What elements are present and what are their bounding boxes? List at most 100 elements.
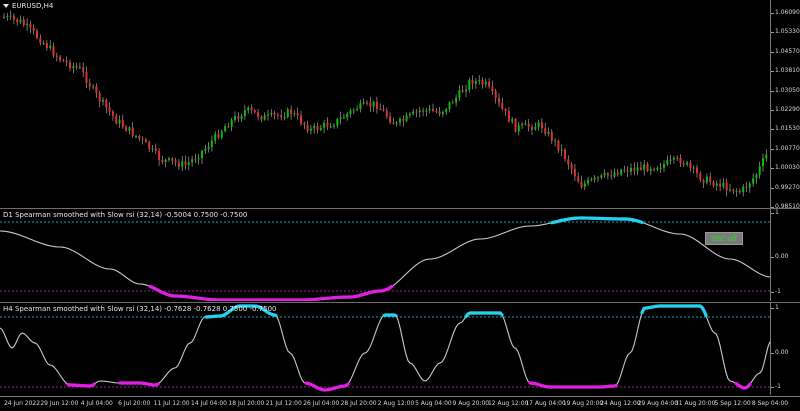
- candle-body: [554, 140, 557, 142]
- candle-body: [471, 79, 474, 84]
- candle-body: [613, 172, 616, 177]
- time-axis-label: 18 Jul 20:00: [228, 400, 265, 407]
- candle-body: [534, 127, 537, 130]
- candle-body: [537, 122, 540, 128]
- overbought-segment: [392, 313, 398, 318]
- candle-body: [141, 138, 144, 140]
- time-axis-label: 5 Aug 04:00: [415, 400, 452, 407]
- candle-body: [597, 177, 599, 179]
- candle-body: [491, 86, 494, 91]
- candle-body: [382, 108, 385, 111]
- candle-body: [580, 181, 583, 188]
- candle-body: [260, 116, 263, 120]
- candle-body: [719, 183, 722, 187]
- axis-tick: [771, 387, 774, 388]
- price-axis-label: 1.05330: [775, 28, 800, 36]
- candle-body: [207, 147, 210, 150]
- candle-body: [220, 131, 223, 138]
- candle-body: [181, 161, 184, 167]
- candle-body: [729, 189, 731, 191]
- candle-body: [385, 110, 388, 117]
- candle-body: [755, 174, 758, 179]
- candle-body: [273, 112, 276, 115]
- candle-body: [336, 119, 339, 126]
- candle-body: [164, 159, 167, 163]
- candle-body: [9, 15, 12, 17]
- candle-body: [151, 148, 154, 150]
- candle-body: [267, 114, 269, 116]
- time-axis-label: 29 Jun 12:00: [40, 400, 79, 407]
- time-axis-label: 6 Jul 20:00: [118, 400, 151, 407]
- candle-body: [752, 178, 755, 184]
- h4-axis-label: -1: [775, 383, 781, 390]
- candle-body: [375, 101, 378, 109]
- candle-body: [197, 158, 200, 160]
- time-axis-label: 8 Sep 04:00: [751, 400, 789, 407]
- time-axis-label: 21 Jul 12:00: [265, 400, 302, 407]
- time-axis-label: 2 Aug 12:00: [377, 400, 415, 407]
- time-axis-label: 31 Aug 20:00: [674, 400, 716, 407]
- candle-body: [309, 128, 312, 131]
- candle-body: [577, 176, 580, 182]
- candle-body: [494, 90, 497, 98]
- candle-body: [227, 126, 230, 128]
- candle-body: [557, 140, 560, 151]
- candle-body: [412, 111, 415, 114]
- candle-body: [243, 110, 246, 116]
- candle-body: [702, 180, 705, 183]
- src-toggle-button[interactable]: SRC-off: [705, 232, 743, 245]
- candle-body: [32, 27, 35, 31]
- candle-body: [484, 81, 487, 85]
- h4-indicator-pane[interactable]: H4 Spearman smoothed with Slow rsi (32,1…: [0, 303, 800, 395]
- candle-body: [663, 164, 665, 168]
- candle-body: [468, 79, 471, 90]
- candle-body: [115, 115, 118, 124]
- d1-indicator-pane[interactable]: D1 Spearman smoothed with Slow rsi (32,1…: [0, 209, 800, 301]
- candle-body: [626, 170, 629, 172]
- candle-body: [696, 167, 698, 174]
- candle-body: [283, 117, 286, 119]
- axis-tick: [771, 110, 774, 111]
- candle-body: [540, 122, 543, 129]
- candle-body: [323, 122, 326, 128]
- time-axis: 24 Jun 2022 29 Jun 12:00 4 Jul 04:00 6 Jul …: [0, 396, 800, 411]
- candle-body: [639, 167, 642, 170]
- candle-body: [204, 149, 207, 151]
- candle-body: [125, 126, 128, 131]
- candle-body: [524, 123, 527, 125]
- candle-body: [62, 60, 65, 62]
- candle-body: [501, 102, 504, 109]
- candle-body: [349, 110, 352, 114]
- candle-body: [725, 182, 728, 191]
- candle-body: [29, 23, 32, 28]
- price-axis-label: 1.06090: [775, 9, 800, 16]
- candle-body: [326, 122, 329, 127]
- candle-body: [465, 89, 467, 92]
- candle-body: [402, 119, 405, 121]
- candle-body: [161, 160, 164, 163]
- candle-body: [118, 120, 121, 124]
- candle-body: [72, 66, 75, 69]
- candle-body: [715, 183, 718, 186]
- d1-indicator-plot: [0, 216, 771, 301]
- time-axis-label: 28 Jul 20:00: [340, 400, 377, 407]
- time-axis-label: 9 Aug 20:00: [452, 400, 490, 407]
- candle-body: [666, 160, 669, 165]
- candle-body: [293, 113, 296, 115]
- candle-body: [682, 163, 685, 165]
- time-axis-label: 24 Jun 2022: [3, 400, 41, 407]
- candle-body: [102, 99, 104, 102]
- time-axis-label: 24 Aug 12:00: [600, 400, 641, 407]
- price-chart-pane[interactable]: EURUSD,H4 1.06090 1.05330 1.04570 1.03810 1.…: [0, 0, 800, 210]
- candle-body: [415, 111, 418, 113]
- candle-body: [253, 110, 256, 113]
- candle-body: [187, 162, 190, 165]
- axis-tick: [771, 71, 774, 73]
- axis-tick: [771, 51, 774, 53]
- candle-body: [623, 169, 626, 171]
- candle-body: [573, 169, 576, 177]
- candle-body: [738, 191, 741, 193]
- candle-body: [432, 108, 434, 111]
- candle-body: [270, 112, 273, 115]
- d1-axis-label: -1: [775, 288, 781, 295]
